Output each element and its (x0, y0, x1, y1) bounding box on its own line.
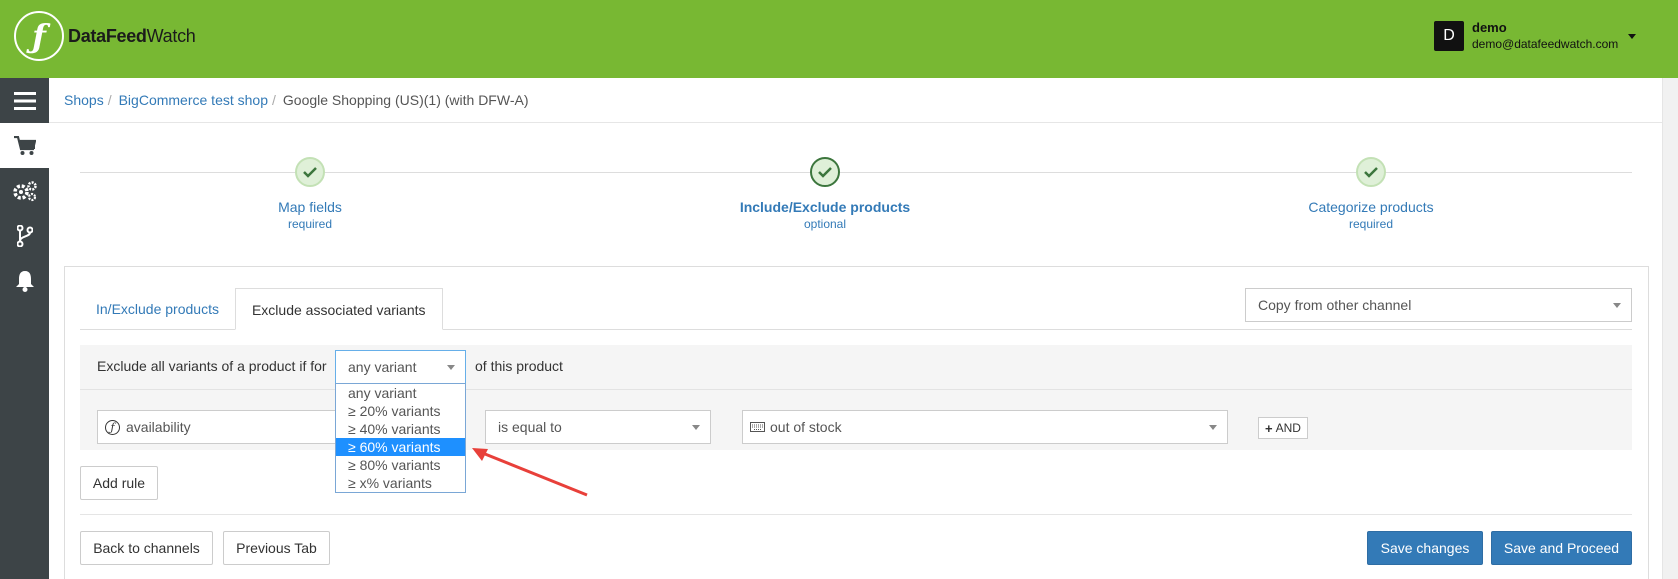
check-icon (295, 157, 325, 187)
variant-scope-select[interactable]: any variant (335, 350, 466, 384)
check-icon (810, 157, 840, 187)
step-sub: optional (803, 217, 847, 231)
dropdown-option[interactable]: ≥ 80% variants (336, 456, 465, 474)
dropdown-option[interactable]: ≥ 20% variants (336, 402, 465, 420)
breadcrumb-current: Google Shopping (US)(1) (with DFW-A) (282, 92, 529, 108)
breadcrumb-shop[interactable]: BigCommerce test shop (119, 92, 268, 108)
sidebar-item-menu[interactable] (0, 78, 49, 123)
divider (80, 514, 1632, 515)
dropdown-option-highlighted[interactable]: ≥ 60% variants (336, 438, 465, 456)
select-value: Copy from other channel (1258, 297, 1412, 313)
variant-scope-dropdown: any variant ≥ 20% variants ≥ 40% variant… (335, 383, 466, 493)
menu-icon (13, 91, 36, 110)
field-select[interactable]: ƒ availability (97, 410, 337, 444)
user-menu[interactable]: D demo demo@datafeedwatch.com (1434, 20, 1637, 52)
add-and-condition-button[interactable]: + AND (1258, 417, 1308, 439)
add-rule-button[interactable]: Add rule (80, 466, 158, 500)
step-title: Categorize products (1308, 199, 1434, 215)
sidebar (0, 78, 49, 579)
rule-header-prefix: Exclude all variants of a product if for (97, 358, 327, 374)
dropdown-option[interactable]: any variant (336, 384, 465, 402)
step-sub: required (287, 217, 333, 231)
tab-in-exclude-products[interactable]: In/Exclude products (80, 288, 235, 330)
rule-header-suffix: of this product (475, 358, 563, 374)
step-title: Map fields (278, 199, 342, 215)
step-categorize[interactable]: Categorize products required (1271, 157, 1471, 231)
user-name: demo (1472, 20, 1507, 35)
annotation-arrow-icon (472, 448, 588, 497)
user-email: demo@datafeedwatch.com (1472, 37, 1619, 51)
select-value: any variant (348, 359, 417, 375)
copy-from-channel-select[interactable]: Copy from other channel (1245, 288, 1632, 322)
bell-icon (15, 270, 34, 292)
function-icon: ƒ (105, 419, 120, 435)
logo[interactable]: ƒ DataFeedWatch (14, 11, 196, 61)
sidebar-item-channels[interactable] (0, 213, 49, 258)
logo-text-bold: DataFeed (68, 25, 147, 46)
step-include-exclude[interactable]: Include/Exclude products optional (725, 157, 925, 231)
logo-text: DataFeedWatch (68, 26, 196, 47)
chevron-down-icon[interactable] (1628, 33, 1637, 39)
select-value: out of stock (770, 419, 842, 435)
gears-icon (12, 180, 37, 201)
save-and-proceed-button[interactable]: Save and Proceed (1491, 531, 1632, 565)
sidebar-item-notifications[interactable] (0, 258, 49, 303)
avatar: D (1434, 21, 1464, 51)
breadcrumb-separator: / (107, 92, 112, 108)
operator-select[interactable]: is equal to (485, 410, 711, 444)
breadcrumb: Shops / BigCommerce test shop / Google S… (49, 78, 1662, 123)
sidebar-item-settings[interactable] (0, 168, 49, 213)
back-to-channels-button[interactable]: Back to channels (80, 531, 213, 565)
dropdown-option[interactable]: ≥ 40% variants (336, 420, 465, 438)
chevron-down-icon (1209, 425, 1217, 430)
step-title: Include/Exclude products (739, 199, 911, 215)
keyboard-icon (750, 422, 765, 432)
previous-tab-button[interactable]: Previous Tab (223, 531, 330, 565)
chevron-down-icon (692, 425, 700, 430)
cart-icon (13, 135, 36, 155)
save-changes-button[interactable]: Save changes (1367, 531, 1483, 565)
breadcrumb-shops[interactable]: Shops (64, 92, 104, 108)
branch-icon (16, 224, 33, 247)
value-select[interactable]: out of stock (742, 410, 1228, 444)
top-bar: ƒ DataFeedWatch D demo demo@datafeedwatc… (0, 0, 1678, 78)
select-value: is equal to (498, 419, 562, 435)
logo-icon: ƒ (14, 11, 64, 61)
chevron-down-icon (1613, 303, 1621, 308)
sidebar-item-shops[interactable] (0, 123, 49, 168)
select-value: availability (126, 419, 191, 435)
step-map-fields[interactable]: Map fields required (210, 157, 410, 231)
user-info: demo demo@datafeedwatch.com (1472, 20, 1618, 52)
dropdown-option[interactable]: ≥ x% variants (336, 474, 465, 492)
tab-exclude-associated-variants[interactable]: Exclude associated variants (234, 288, 443, 330)
breadcrumb-separator: / (272, 92, 276, 108)
page-scrollbar[interactable] (1662, 78, 1678, 579)
plus-icon: + (1265, 420, 1273, 436)
logo-text-light: Watch (146, 25, 196, 46)
tabs: In/Exclude products Exclude associated v… (80, 288, 443, 330)
chevron-down-icon (447, 365, 455, 370)
step-sub: required (1348, 217, 1394, 231)
and-label: AND (1275, 421, 1301, 435)
check-icon (1356, 157, 1386, 187)
